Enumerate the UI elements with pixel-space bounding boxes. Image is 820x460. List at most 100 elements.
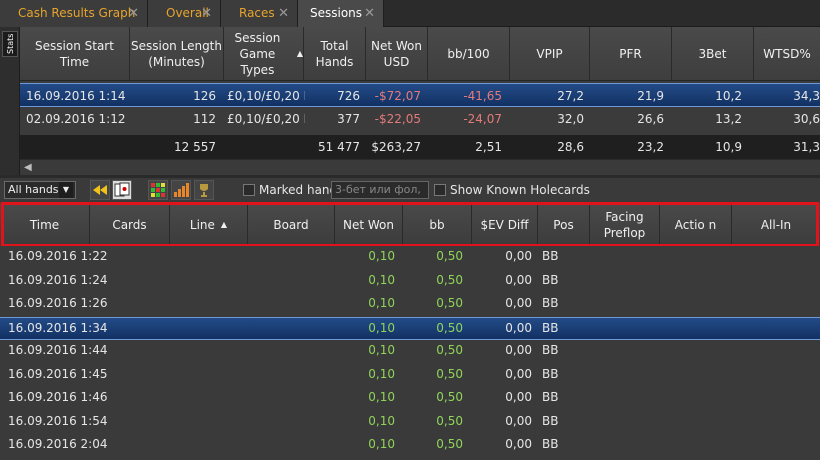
chevron-down-icon[interactable]: ▼ bbox=[59, 182, 73, 198]
cell-bb: 0,50 bbox=[436, 343, 463, 357]
col-wtsd[interactable]: WTSD% bbox=[754, 27, 820, 81]
hands-grid: 16.09.2016 1:22 0,10 0,50 0,00 BB 16.09.… bbox=[0, 246, 820, 460]
hands-header: Time Cards Line ▲ Board Net Won bb $EV D… bbox=[0, 203, 820, 246]
col-board[interactable]: Board bbox=[248, 203, 335, 246]
cell-bb: 0,50 bbox=[436, 413, 463, 428]
cell-bb: 0,50 bbox=[436, 437, 463, 451]
hand-filter-dropdown[interactable]: All hands ▼ bbox=[4, 181, 76, 199]
col-net-won[interactable]: Net Won USD bbox=[366, 27, 428, 81]
cell-time: 16.09.2016 1:22 bbox=[8, 249, 108, 263]
col-all-in[interactable]: All-In bbox=[732, 203, 820, 246]
tab-bar: Cash Results Graph ✕ Overall ✕ Races ✕ S… bbox=[0, 0, 820, 27]
sessions-grid: Session Start Time Session Length (Minut… bbox=[20, 27, 820, 175]
cell-net: -$22,05 bbox=[374, 112, 421, 126]
cell-bb: 0,50 bbox=[436, 366, 463, 381]
grid-icon bbox=[151, 183, 165, 197]
total-pfr: 23,2 bbox=[637, 140, 664, 154]
cell-bb: 0,50 bbox=[436, 320, 463, 335]
show-holecards-checkbox[interactable] bbox=[434, 184, 446, 196]
rewind-icon bbox=[93, 185, 107, 195]
table-row[interactable]: 16.09.2016 1:45 0,10 0,50 0,00 BB bbox=[0, 364, 820, 388]
cell-start: 16.09.2016 1:14 bbox=[26, 89, 126, 103]
cell-types: £0,10/£0,20 NI bbox=[227, 112, 305, 126]
col-bb[interactable]: bb bbox=[403, 203, 472, 246]
close-icon[interactable]: ✕ bbox=[201, 0, 212, 27]
cell-hands: 377 bbox=[337, 112, 360, 126]
col-session-start-time[interactable]: Session Start Time bbox=[20, 27, 130, 81]
table-row[interactable]: 16.09.2016 1:22 0,10 0,50 0,00 BB bbox=[0, 246, 820, 270]
tab-label: Races bbox=[239, 6, 275, 20]
col-session-game-types[interactable]: Session Game Types ▲ bbox=[224, 27, 304, 81]
cell-pfr: 21,9 bbox=[637, 89, 664, 103]
trophy-icon bbox=[200, 184, 208, 197]
col-cards[interactable]: Cards bbox=[90, 203, 170, 246]
tab-label: Sessions bbox=[310, 6, 363, 20]
col-time[interactable]: Time bbox=[0, 203, 90, 246]
close-icon[interactable]: ✕ bbox=[128, 0, 139, 27]
col-session-length[interactable]: Session Length (Minutes) bbox=[130, 27, 224, 81]
tab-races[interactable]: Races ✕ bbox=[221, 0, 298, 27]
col-action[interactable]: Actio n bbox=[660, 203, 732, 246]
col-line[interactable]: Line ▲ bbox=[170, 203, 248, 246]
cell-bb: 0,50 bbox=[436, 390, 463, 404]
col-facing-preflop[interactable]: Facing Preflop bbox=[590, 203, 660, 246]
cell-pos: BB bbox=[542, 437, 559, 451]
col-ev-diff[interactable]: $EV Diff bbox=[472, 203, 538, 246]
dropdown-value: All hands bbox=[8, 183, 59, 196]
table-row[interactable]: 16.09.2016 1:26 0,10 0,50 0,00 BB bbox=[0, 293, 820, 317]
cell-pos: BB bbox=[542, 366, 559, 381]
cell-pos: BB bbox=[542, 272, 559, 287]
cell-vpip: 27,2 bbox=[557, 89, 584, 103]
close-icon[interactable]: ✕ bbox=[364, 0, 375, 27]
col-vpip[interactable]: VPIP bbox=[510, 27, 590, 81]
chart-button[interactable] bbox=[171, 180, 191, 200]
horizontal-scrollbar[interactable]: ◀ bbox=[20, 159, 820, 175]
hand-range-button[interactable] bbox=[148, 180, 168, 200]
cell-bb100: -24,07 bbox=[463, 112, 502, 126]
close-icon[interactable]: ✕ bbox=[278, 0, 289, 27]
hand-search-input[interactable]: 3-бет или фол, bbox=[331, 181, 429, 199]
cell-start: 02.09.2016 1:12 bbox=[26, 112, 126, 126]
table-row[interactable]: 16.09.2016 1:46 0,10 0,50 0,00 BB bbox=[0, 387, 820, 411]
col-total-hands[interactable]: Total Hands bbox=[304, 27, 366, 81]
cell-net: 0,10 bbox=[368, 366, 395, 381]
tab-overall[interactable]: Overall ✕ bbox=[148, 0, 221, 27]
cell-wtsd: 34,3 bbox=[793, 89, 820, 103]
cell-3bet: 10,2 bbox=[715, 89, 742, 103]
table-row[interactable]: 16.09.2016 1:34 0,10 0,50 0,00 BB bbox=[0, 316, 820, 340]
cell-ev: 0,00 bbox=[505, 343, 532, 357]
total-hands: 51 477 bbox=[318, 140, 360, 154]
total-length: 12 557 bbox=[174, 140, 216, 154]
scroll-left-icon[interactable]: ◀ bbox=[24, 162, 32, 173]
col-bb100[interactable]: bb/100 bbox=[428, 27, 510, 81]
table-row[interactable]: 16.09.2016 1:54 0,10 0,50 0,00 BB bbox=[0, 411, 820, 435]
cell-hands: 726 bbox=[337, 89, 360, 103]
cell-net: 0,10 bbox=[368, 320, 395, 335]
col-3bet[interactable]: 3Bet bbox=[672, 27, 754, 81]
table-row[interactable]: 16.09.2016 1:14 126 £0,10/£0,20 NI 726 -… bbox=[20, 83, 820, 107]
rewind-button[interactable] bbox=[90, 180, 110, 200]
table-row[interactable]: 16.09.2016 1:24 0,10 0,50 0,00 BB bbox=[0, 270, 820, 294]
table-row[interactable]: 16.09.2016 2:04 0,10 0,50 0,00 BB bbox=[0, 434, 820, 458]
tab-cash-results-graph[interactable]: Cash Results Graph ✕ bbox=[0, 0, 148, 27]
stats-toggle[interactable]: Stats bbox=[2, 31, 18, 57]
col-pos[interactable]: Pos bbox=[538, 203, 590, 246]
col-net-won[interactable]: Net Won bbox=[335, 203, 403, 246]
replay-button[interactable] bbox=[112, 180, 132, 200]
cell-time: 16.09.2016 1:26 bbox=[8, 296, 108, 310]
sort-asc-icon: ▲ bbox=[296, 49, 303, 58]
total-vpip: 28,6 bbox=[557, 140, 584, 154]
bar-chart-icon bbox=[174, 183, 189, 197]
cell-vpip: 32,0 bbox=[557, 112, 584, 126]
trophy-button[interactable] bbox=[194, 180, 214, 200]
tab-sessions[interactable]: Sessions ✕ bbox=[298, 0, 384, 27]
cell-time: 16.09.2016 2:04 bbox=[8, 437, 108, 451]
cell-net: 0,10 bbox=[368, 343, 395, 357]
marked-hands-checkbox[interactable] bbox=[243, 184, 255, 196]
col-label: Session Game Types bbox=[234, 31, 281, 77]
col-pfr[interactable]: PFR bbox=[590, 27, 672, 81]
table-row[interactable]: 16.09.2016 1:44 0,10 0,50 0,00 BB bbox=[0, 340, 820, 364]
cell-ev: 0,00 bbox=[505, 413, 532, 428]
cell-bb: 0,50 bbox=[436, 272, 463, 287]
table-row[interactable]: 02.09.2016 1:12 112 £0,10/£0,20 NI 377 -… bbox=[20, 107, 820, 131]
